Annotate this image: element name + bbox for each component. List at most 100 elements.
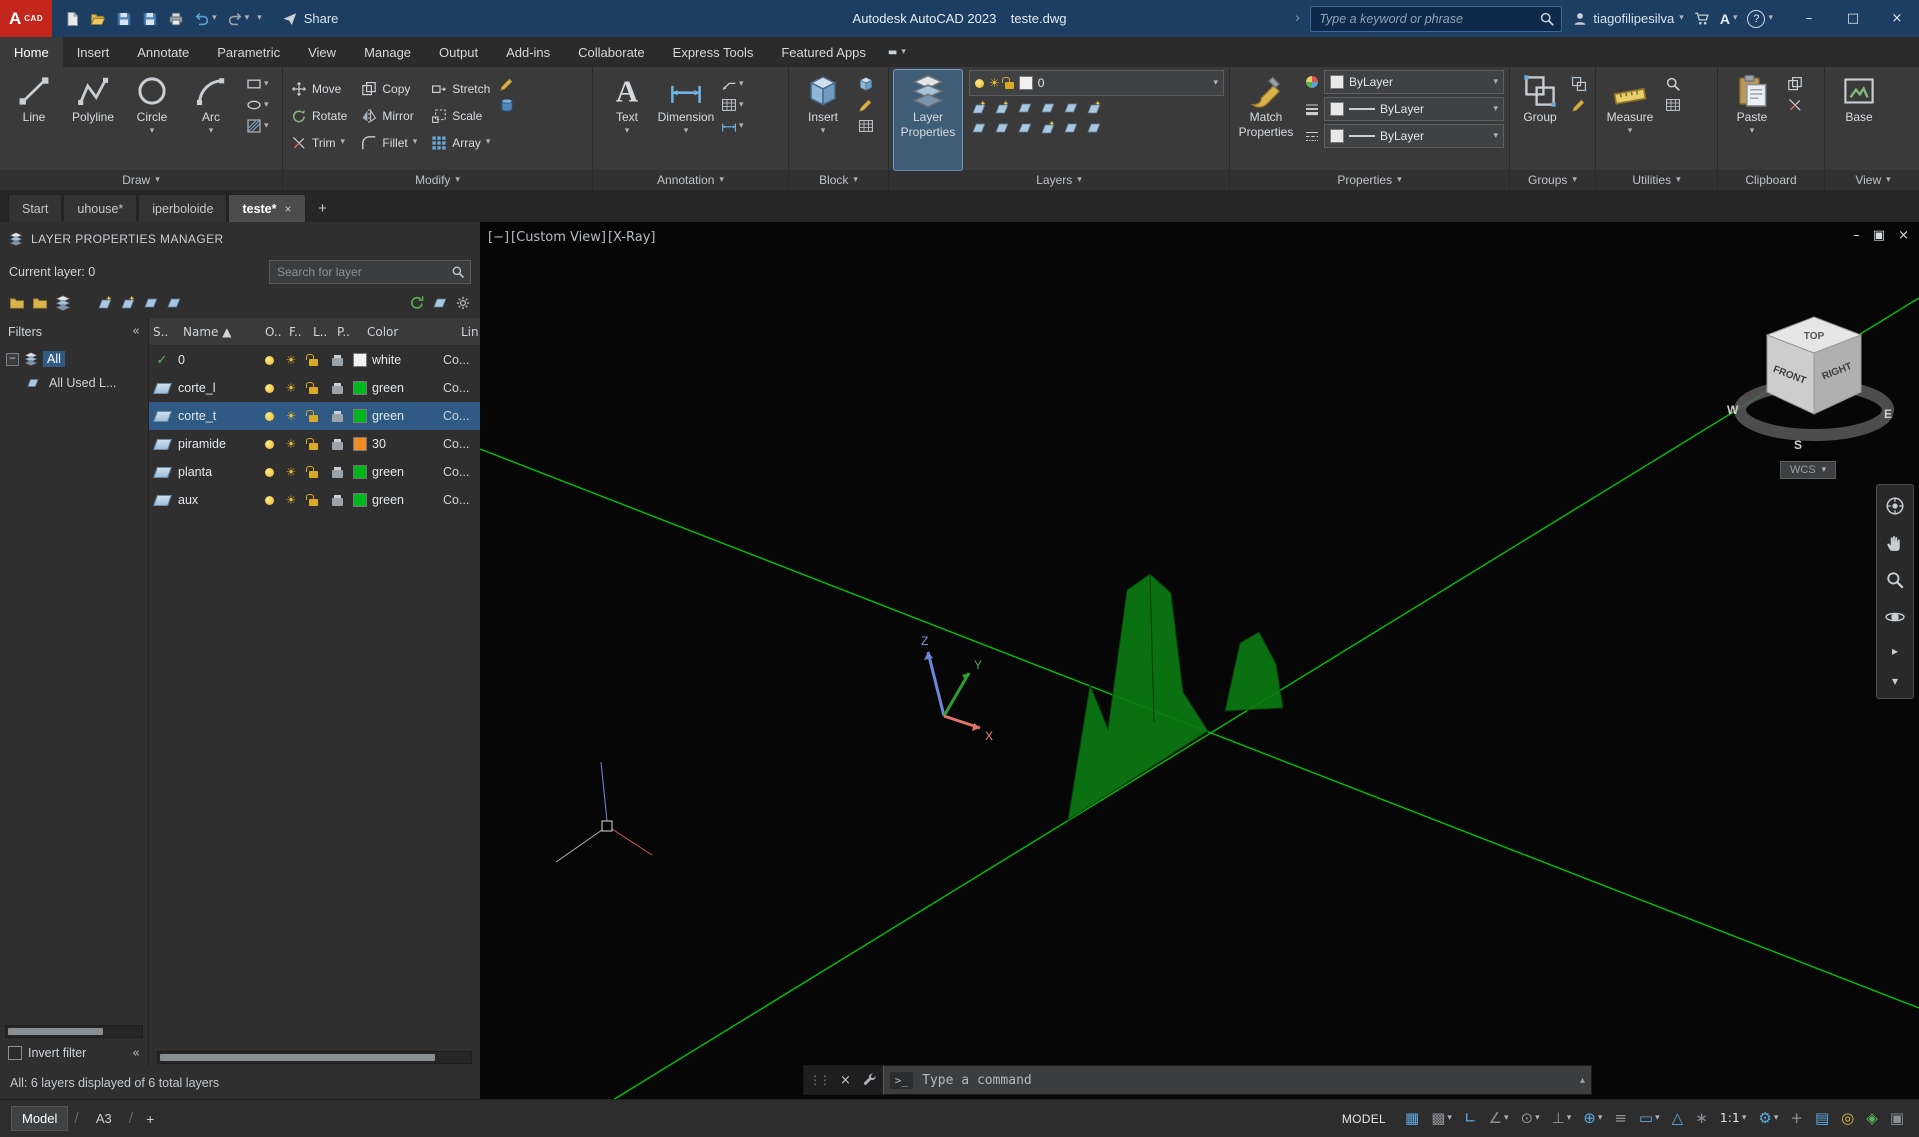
ribbon-tab[interactable]: Home bbox=[0, 37, 63, 67]
ribbon-small-button[interactable]: ▾ bbox=[246, 97, 269, 113]
layout-tab-a3[interactable]: A3 bbox=[86, 1107, 122, 1130]
viewport-window-button[interactable]: ▣ bbox=[1873, 228, 1885, 243]
viewcube[interactable]: TOP FRONT RIGHT W E S bbox=[1727, 316, 1894, 452]
property-icon[interactable] bbox=[1304, 74, 1320, 90]
layer-plot-cell[interactable] bbox=[324, 466, 350, 478]
ribbon-small-button[interactable]: Move ▾ bbox=[288, 75, 350, 102]
match-properties-button[interactable]: Match Properties bbox=[1235, 70, 1297, 170]
layer-lock-cell[interactable] bbox=[302, 493, 324, 506]
flyout-caret-icon[interactable]: ▾ bbox=[625, 127, 630, 136]
ribbon-big-button[interactable]: Dimension ▾ bbox=[657, 70, 715, 170]
command-line-grip[interactable]: ⋮⋮ bbox=[804, 1073, 834, 1087]
help-button[interactable]: ? ▾ bbox=[1747, 9, 1773, 28]
qat-button[interactable]: ▾ bbox=[164, 8, 188, 30]
column-header[interactable]: Color bbox=[363, 325, 457, 339]
ribbon-small-button[interactable]: Copy ▾ bbox=[358, 75, 420, 102]
statusbar-toggle[interactable]: ▤ ▾ bbox=[1810, 1108, 1834, 1129]
layer-on-cell[interactable] bbox=[258, 439, 280, 449]
layer-linetype[interactable]: Co... bbox=[443, 493, 480, 507]
file-tab[interactable]: teste* × bbox=[228, 194, 306, 222]
viewcube-top-label[interactable]: TOP bbox=[1804, 331, 1825, 342]
layer-row[interactable]: corte_t ☀ green Co... bbox=[149, 402, 480, 430]
panel-label-annotation[interactable]: Annotation ▾ bbox=[593, 170, 788, 190]
ribbon-small-button[interactable]: ▾ bbox=[246, 76, 269, 92]
layer-on-cell[interactable] bbox=[258, 467, 280, 477]
delete-layer-button[interactable] bbox=[143, 295, 159, 311]
layer-plot-cell[interactable] bbox=[324, 410, 350, 422]
layer-on-cell[interactable] bbox=[258, 495, 280, 505]
layer-plot-cell[interactable] bbox=[324, 494, 350, 506]
pan-icon[interactable] bbox=[1885, 533, 1905, 553]
layer-plot-cell[interactable] bbox=[324, 438, 350, 450]
qat-button[interactable]: ▾ bbox=[60, 8, 84, 30]
layer-on-cell[interactable] bbox=[258, 355, 280, 365]
command-input[interactable]: >_ Type a command ▴ bbox=[882, 1066, 1591, 1094]
layer-color-cell[interactable]: green bbox=[350, 381, 443, 395]
property-icon[interactable] bbox=[1304, 128, 1320, 144]
bylayer-dropdown[interactable]: ByLayer ▾ bbox=[1324, 97, 1504, 121]
panel-label-properties[interactable]: Properties ▾ bbox=[1230, 170, 1509, 190]
statusbar-toggle[interactable]: ▣ ▾ bbox=[1885, 1108, 1909, 1129]
ribbon-small-button[interactable] bbox=[858, 118, 874, 134]
layer-lock-cell[interactable] bbox=[302, 465, 324, 478]
ribbon-small-button[interactable] bbox=[499, 76, 515, 92]
layer-freeze-cell[interactable]: ☀ bbox=[280, 382, 302, 394]
zoom-icon[interactable] bbox=[1885, 570, 1905, 590]
flyout-caret-icon[interactable]: ▾ bbox=[684, 127, 689, 136]
layer-search-input[interactable] bbox=[275, 263, 447, 280]
paste-button[interactable]: Paste ▾ bbox=[1723, 70, 1781, 170]
ribbon-small-button[interactable] bbox=[1571, 76, 1587, 92]
ribbon-small-button[interactable] bbox=[858, 97, 874, 113]
tree-expander-icon[interactable]: − bbox=[6, 352, 19, 366]
layer-properties-button[interactable]: Layer Properties bbox=[893, 69, 963, 171]
caret-icon[interactable]: ▾ bbox=[1535, 1114, 1540, 1123]
minimize-button[interactable]: – bbox=[1787, 0, 1831, 37]
statusbar-toggle[interactable]: ◈ ▾ bbox=[1861, 1108, 1883, 1129]
settings-button[interactable] bbox=[455, 295, 471, 311]
layer-name[interactable]: aux bbox=[175, 493, 258, 507]
collapse-filters-button[interactable]: « bbox=[132, 324, 140, 339]
layer-tool-button[interactable] bbox=[1040, 100, 1056, 116]
ribbon-small-button[interactable]: Array ▾ bbox=[428, 129, 493, 156]
layer-color-cell[interactable]: green bbox=[350, 493, 443, 507]
compass-south-label[interactable]: S bbox=[1794, 438, 1802, 452]
layer-linetype[interactable]: Co... bbox=[443, 437, 480, 451]
panel-label-groups[interactable]: Groups ▾ bbox=[1510, 170, 1595, 190]
ribbon-tab[interactable]: Output bbox=[425, 37, 492, 67]
flyout-caret-icon[interactable]: ▾ bbox=[209, 127, 214, 136]
ribbon-options-button[interactable]: ▬ ▾ bbox=[888, 37, 906, 67]
customize-icon[interactable] bbox=[863, 1073, 877, 1087]
ribbon-tab[interactable]: Featured Apps bbox=[767, 37, 880, 67]
layer-tool-button[interactable] bbox=[971, 120, 987, 136]
ribbon-tab[interactable]: View bbox=[294, 37, 350, 67]
layer-name[interactable]: corte_t bbox=[175, 409, 258, 423]
statusbar-toggle[interactable]: ▦ ▾ bbox=[1400, 1108, 1424, 1129]
ribbon-small-button[interactable]: Trim ▾ bbox=[288, 129, 350, 156]
caret-icon[interactable]: ▾ bbox=[1504, 1114, 1509, 1123]
layer-tool-button[interactable] bbox=[1086, 120, 1102, 136]
compass-east-label[interactable]: E bbox=[1884, 407, 1892, 421]
ribbon-small-button[interactable]: Mirror ▾ bbox=[358, 102, 420, 129]
layer-tool-button[interactable] bbox=[1017, 120, 1033, 136]
account-menu[interactable]: tiagofilipesilva ▾ bbox=[1572, 11, 1684, 27]
ribbon-small-button[interactable] bbox=[1665, 76, 1681, 92]
layer-freeze-cell[interactable]: ☀ bbox=[280, 438, 302, 450]
filter-tree-item[interactable]: − All bbox=[0, 347, 148, 371]
layer-plot-cell[interactable] bbox=[324, 354, 350, 366]
share-button[interactable]: Share bbox=[282, 11, 338, 27]
layer-color-cell[interactable]: green bbox=[350, 465, 443, 479]
flyout-caret-icon[interactable]: ▾ bbox=[150, 127, 155, 136]
statusbar-toggle[interactable]: ◎ ▾ bbox=[1836, 1108, 1859, 1129]
measure-button[interactable]: Measure ▾ bbox=[1601, 70, 1659, 170]
caret-icon[interactable]: ▾ bbox=[1774, 1114, 1779, 1123]
caret-icon[interactable]: ▾ bbox=[1655, 1114, 1660, 1123]
panel-label-clipboard[interactable]: Clipboard bbox=[1718, 170, 1824, 190]
panel-label-utilities[interactable]: Utilities ▾ bbox=[1596, 170, 1717, 190]
statusbar-toggle[interactable]: ▭ ▾ bbox=[1634, 1108, 1665, 1129]
viewport-window-button[interactable]: × bbox=[1898, 228, 1909, 243]
ribbon-tab[interactable]: Manage bbox=[350, 37, 425, 67]
panel-label-layers[interactable]: Layers ▾ bbox=[889, 170, 1229, 190]
bylayer-dropdown[interactable]: ByLayer ▾ bbox=[1324, 70, 1504, 94]
ribbon-big-button[interactable]: Insert ▾ bbox=[794, 70, 852, 170]
statusbar-toggle[interactable]: △ ▾ bbox=[1667, 1108, 1689, 1129]
